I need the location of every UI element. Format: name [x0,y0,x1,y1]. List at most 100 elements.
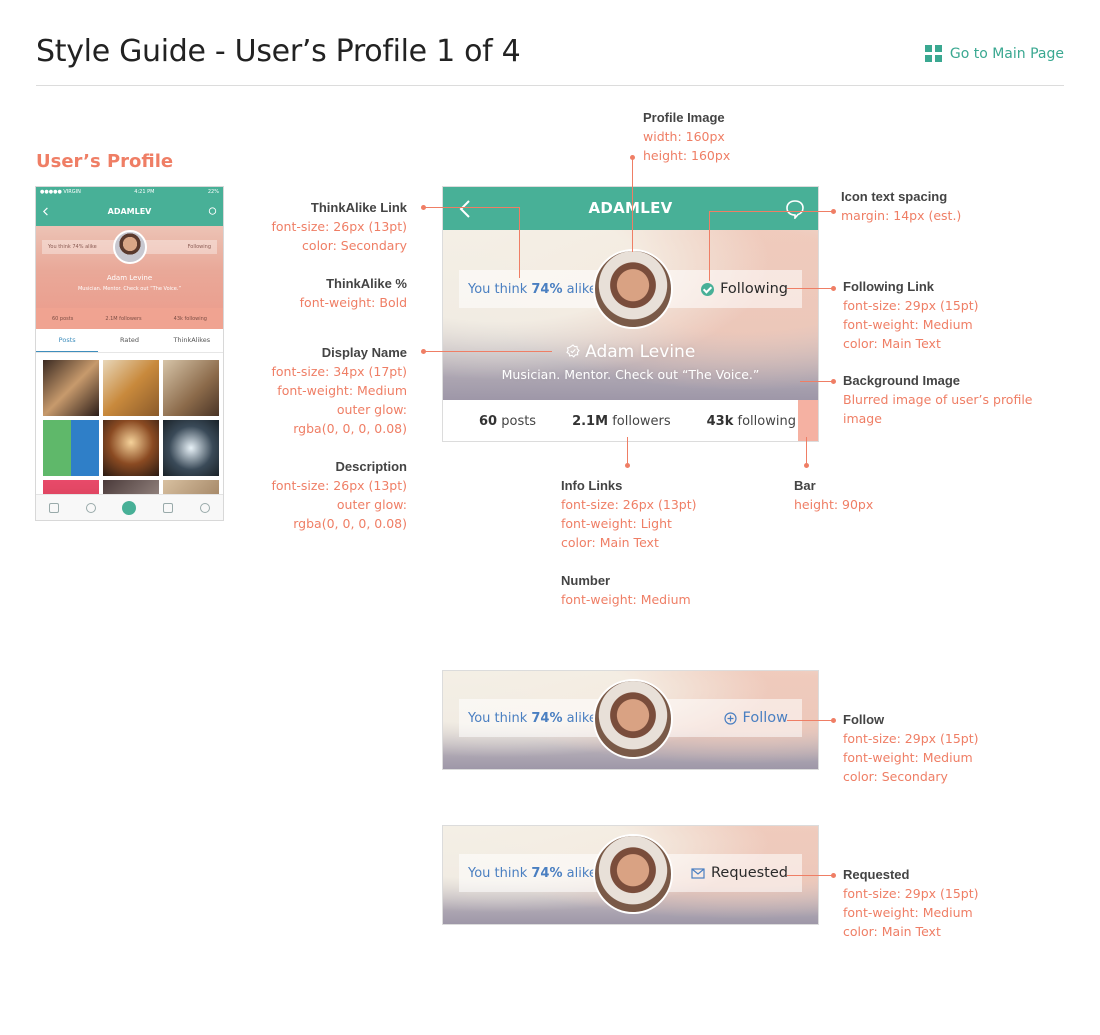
profile-image[interactable] [593,249,673,329]
alike-prefix: You think [468,281,532,297]
phone-nav-title: ADAMLEV [107,206,152,216]
following-link[interactable]: Following [701,281,788,297]
alike-prefix: You think [468,710,532,726]
annotation-heading: ThinkAlike Link [310,200,407,215]
profile-icon[interactable] [199,502,210,513]
plus-circle-icon [723,711,737,725]
thinkalike-link[interactable]: You think 74% alike [468,866,597,881]
annotation-heading: Bar [794,478,816,493]
phone-alike-link[interactable]: You think 74% alike [48,244,97,250]
annotation-dot [421,349,426,354]
bar [798,400,818,441]
annotation-value: font-size: 26px (13pt) [271,219,407,234]
post-thumbnail[interactable] [43,360,99,416]
post-thumbnail[interactable] [163,420,219,476]
phone-followers-link[interactable]: 2.1M followers [105,316,141,322]
annotation-value: color: Main Text [843,924,941,939]
status-bar: ●●●●● VIRGIN 4:21 PM 22% [36,187,223,196]
annotation-value: width: 160px [643,129,725,144]
background-image: You think 74% alike Requested [443,826,818,924]
tab-thinkalikes[interactable]: ThinkAlikes [161,329,223,352]
annotation-line [787,720,833,721]
following-number: 43k [706,414,734,429]
display-name-text: Adam Levine [585,342,696,362]
posts-number: 60 [479,414,498,429]
following-count-label: following [737,414,796,429]
phone-posts-link[interactable]: 60 posts [52,316,73,322]
phone-tabs: Posts Rated ThinkAlikes [36,329,223,353]
annotation-heading: Info Links [561,478,623,493]
annotation-value: font-size: 34px (17pt) [271,364,407,379]
annotation-value: outer glow: [336,402,407,417]
followers-link[interactable]: 2.1M followers [572,414,671,429]
phone-tab-bar [36,494,223,520]
annotation-value: font-weight: Medium [843,317,973,332]
annotation-value: rgba(0, 0, 0, 0.08) [293,516,407,531]
annotation-value: font-weight: Medium [843,905,973,920]
search-icon[interactable] [85,502,96,513]
annotation-dot [831,873,836,878]
annotation-profile-image: Profile Image width: 160px height: 160px [643,108,730,165]
phone-following-count-link[interactable]: 43k following [174,316,207,322]
annotation-heading: Following Link [843,279,934,294]
annotation-value: font-weight: Medium [561,592,691,607]
phone-preview: ●●●●● VIRGIN 4:21 PM 22% ADAMLEV You thi… [35,186,224,521]
home-icon[interactable] [49,502,60,513]
nav-title: ADAMLEV [588,199,673,217]
chat-bubble-icon[interactable] [208,206,217,216]
phone-info-bar: 60 posts 2.1M followers 43k following [36,308,223,329]
annotation-line [709,211,710,281]
annotation-line [424,351,552,352]
page-title: Style Guide - User’s Profile 1 of 4 [36,34,521,69]
requested-link[interactable]: Requested [691,865,788,881]
thinkalike-link[interactable]: You think 74% alike [468,711,597,726]
carrier-label: ●●●●● VIRGIN [40,188,81,195]
alike-suffix: alike [562,710,597,726]
profile-image[interactable] [593,834,673,914]
back-icon[interactable] [42,206,51,216]
requested-label: Requested [710,865,788,881]
annotation-icon-text-spacing: Icon text spacing margin: 14px (est.) [841,187,961,225]
add-icon[interactable] [122,500,137,515]
annotation-value: color: Secondary [302,238,407,253]
annotation-value: font-size: 29px (15pt) [843,886,979,901]
annotation-bar: Bar height: 90px [794,476,873,514]
annotation-line [787,875,833,876]
envelope-icon [691,867,705,879]
annotation-heading: Requested [843,867,910,882]
posts-link[interactable]: 60 posts [479,414,536,429]
following-count-link[interactable]: 43k following [707,414,796,429]
chat-bubble-icon[interactable] [785,199,805,219]
annotation-line [632,157,633,252]
annotation-display-name: Display Name font-size: 34px (17pt) font… [271,343,407,438]
annotation-value: font-size: 29px (15pt) [843,731,979,746]
annotation-dot [831,286,836,291]
tab-rated[interactable]: Rated [98,329,160,352]
annotation-value: font-size: 26px (13pt) [561,497,697,512]
post-thumbnail[interactable] [103,360,159,416]
annotation-number: Number font-weight: Medium [561,571,691,609]
annotation-value: font-weight: Bold [299,295,407,310]
post-thumbnail[interactable] [43,420,99,476]
post-thumbnail[interactable] [163,360,219,416]
thinkalike-link[interactable]: You think 74% alike [468,282,597,297]
display-name: Adam Levine [443,342,818,362]
tab-posts[interactable]: Posts [36,329,99,352]
profile-image[interactable] [593,679,673,759]
section-title: User’s Profile [36,151,174,172]
post-thumbnail[interactable] [103,420,159,476]
follow-link[interactable]: Follow [723,710,788,726]
alike-suffix: alike [562,281,597,297]
background-image: You think 74% alike Following Adam Levin… [443,230,818,400]
alike-prefix: You think [468,865,532,881]
phone-avatar[interactable] [113,230,147,264]
annotation-dot [421,205,426,210]
followers-label: followers [612,414,671,429]
annotation-line [519,207,520,278]
friends-icon[interactable] [163,502,174,513]
phone-following-link[interactable]: Following [188,244,211,250]
annotation-value: color: Main Text [561,535,659,550]
go-to-main-page-link[interactable]: Go to Main Page [924,45,1064,62]
annotation-value: rgba(0, 0, 0, 0.08) [293,421,407,436]
annotation-value: Blurred image of user’s profile [843,392,1033,407]
